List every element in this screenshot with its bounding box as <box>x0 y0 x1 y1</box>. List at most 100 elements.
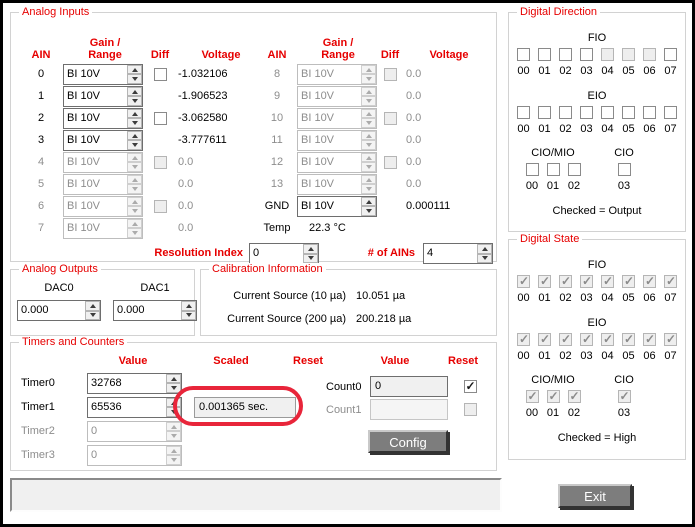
diff-checkbox[interactable] <box>384 156 397 169</box>
spin-up-icon[interactable] <box>85 301 100 311</box>
exit-button[interactable]: Exit <box>558 484 632 508</box>
digital-bit-checkbox[interactable] <box>538 48 551 61</box>
spin-down-icon[interactable] <box>361 184 376 194</box>
gain-range-spinner[interactable]: BI 10V <box>63 218 143 239</box>
spin-up-icon[interactable] <box>127 65 142 75</box>
spin-up-icon[interactable] <box>477 244 492 254</box>
spin-down-icon[interactable] <box>166 407 181 417</box>
gain-range-spinner[interactable]: BI 10V <box>297 196 377 217</box>
spin-up-icon[interactable] <box>127 109 142 119</box>
gain-range-spinner[interactable]: BI 10V <box>297 64 377 85</box>
digital-bit-checkbox[interactable] <box>664 106 677 119</box>
digital-bit-checkbox[interactable] <box>517 48 530 61</box>
timer-value-spinner[interactable]: 65536 <box>87 397 182 418</box>
spin-up-icon[interactable] <box>127 87 142 97</box>
digital-bit-checkbox[interactable] <box>526 390 539 403</box>
digital-bit-checkbox[interactable] <box>601 106 614 119</box>
digital-bit-checkbox[interactable] <box>643 275 656 288</box>
digital-bit-checkbox[interactable] <box>559 48 572 61</box>
diff-checkbox[interactable] <box>384 68 397 81</box>
spin-up-icon[interactable] <box>361 87 376 97</box>
counter-value-box[interactable]: 0 <box>370 376 448 397</box>
digital-bit-checkbox[interactable] <box>559 275 572 288</box>
digital-bit-checkbox[interactable] <box>622 275 635 288</box>
gain-range-spinner[interactable]: BI 10V <box>63 86 143 107</box>
resolution-index-spinner[interactable]: 0 <box>249 243 319 264</box>
spin-down-icon[interactable] <box>85 311 100 321</box>
digital-bit-checkbox[interactable] <box>643 333 656 346</box>
digital-bit-checkbox[interactable] <box>517 106 530 119</box>
diff-checkbox[interactable] <box>154 112 167 125</box>
spin-down-icon[interactable] <box>127 206 142 216</box>
diff-checkbox[interactable] <box>384 112 397 125</box>
digital-bit-checkbox[interactable] <box>601 275 614 288</box>
dac-spinner[interactable]: 0.000 <box>113 300 197 321</box>
spin-down-icon[interactable] <box>361 162 376 172</box>
spin-down-icon[interactable] <box>361 74 376 84</box>
spin-up-icon[interactable] <box>361 131 376 141</box>
digital-bit-checkbox[interactable] <box>664 333 677 346</box>
config-button[interactable]: Config <box>368 430 448 453</box>
gain-range-spinner[interactable]: BI 10V <box>63 108 143 129</box>
spin-down-icon[interactable] <box>127 118 142 128</box>
spin-down-icon[interactable] <box>166 431 181 441</box>
timer-value-spinner[interactable]: 32768 <box>87 373 182 394</box>
num-ains-spinner[interactable]: 4 <box>423 243 493 264</box>
digital-bit-checkbox[interactable] <box>643 48 656 61</box>
digital-bit-checkbox[interactable] <box>580 106 593 119</box>
spin-down-icon[interactable] <box>181 311 196 321</box>
spin-up-icon[interactable] <box>127 197 142 207</box>
spin-down-icon[interactable] <box>303 254 318 264</box>
diff-checkbox[interactable] <box>154 200 167 213</box>
digital-bit-checkbox[interactable] <box>643 106 656 119</box>
spin-down-icon[interactable] <box>361 206 376 216</box>
digital-bit-checkbox[interactable] <box>622 333 635 346</box>
digital-bit-checkbox[interactable] <box>517 275 530 288</box>
spin-up-icon[interactable] <box>166 422 181 432</box>
spin-down-icon[interactable] <box>166 455 181 465</box>
digital-bit-checkbox[interactable] <box>538 275 551 288</box>
timer-value-spinner[interactable]: 0 <box>87 445 182 466</box>
digital-bit-checkbox[interactable] <box>580 333 593 346</box>
spin-down-icon[interactable] <box>361 96 376 106</box>
digital-bit-checkbox[interactable] <box>517 333 530 346</box>
spin-down-icon[interactable] <box>166 383 181 393</box>
gain-range-spinner[interactable]: BI 10V <box>297 174 377 195</box>
digital-bit-checkbox[interactable] <box>559 333 572 346</box>
spin-up-icon[interactable] <box>127 175 142 185</box>
digital-bit-checkbox[interactable] <box>664 48 677 61</box>
spin-up-icon[interactable] <box>166 398 181 408</box>
digital-bit-checkbox[interactable] <box>618 390 631 403</box>
digital-bit-checkbox[interactable] <box>547 163 560 176</box>
counter-value-box[interactable] <box>370 399 448 420</box>
gain-range-spinner[interactable]: BI 10V <box>297 108 377 129</box>
gain-range-spinner[interactable]: BI 10V <box>297 152 377 173</box>
spin-up-icon[interactable] <box>127 153 142 163</box>
gain-range-spinner[interactable]: BI 10V <box>63 174 143 195</box>
digital-bit-checkbox[interactable] <box>580 275 593 288</box>
spin-down-icon[interactable] <box>361 140 376 150</box>
digital-bit-checkbox[interactable] <box>664 275 677 288</box>
spin-up-icon[interactable] <box>166 446 181 456</box>
spin-up-icon[interactable] <box>127 131 142 141</box>
spin-up-icon[interactable] <box>361 65 376 75</box>
gain-range-spinner[interactable]: BI 10V <box>63 64 143 85</box>
gain-range-spinner[interactable]: BI 10V <box>63 152 143 173</box>
digital-bit-checkbox[interactable] <box>538 333 551 346</box>
digital-bit-checkbox[interactable] <box>568 390 581 403</box>
spin-up-icon[interactable] <box>181 301 196 311</box>
spin-down-icon[interactable] <box>127 140 142 150</box>
digital-bit-checkbox[interactable] <box>580 48 593 61</box>
gain-range-spinner[interactable]: BI 10V <box>297 86 377 107</box>
spin-up-icon[interactable] <box>361 109 376 119</box>
diff-checkbox[interactable] <box>154 156 167 169</box>
spin-up-icon[interactable] <box>361 153 376 163</box>
digital-bit-checkbox[interactable] <box>601 48 614 61</box>
gain-range-spinner[interactable]: BI 10V <box>297 130 377 151</box>
digital-bit-checkbox[interactable] <box>622 106 635 119</box>
spin-down-icon[interactable] <box>127 74 142 84</box>
spin-down-icon[interactable] <box>127 96 142 106</box>
spin-up-icon[interactable] <box>361 197 376 207</box>
spin-down-icon[interactable] <box>127 184 142 194</box>
counter-reset-checkbox[interactable] <box>464 380 477 393</box>
